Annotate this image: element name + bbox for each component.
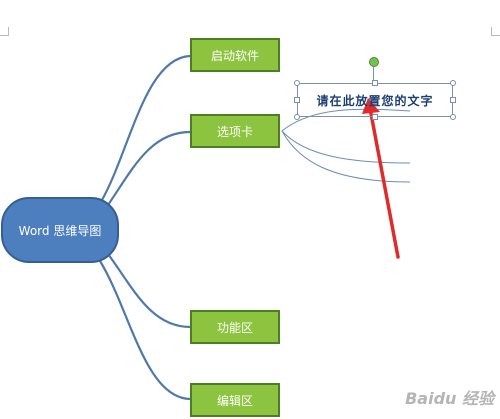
child-node-label: 编辑区 (216, 393, 253, 408)
resize-handle-bottom-left[interactable] (294, 114, 300, 120)
child-node-ribbon[interactable]: 功能区 (190, 310, 280, 344)
mindmap-canvas: Word 思维导图 启动软件 选项卡 功能区 编辑区 请在此放置您的文字 Bai… (0, 0, 500, 419)
resize-handle-middle-left[interactable] (294, 97, 300, 103)
resize-handle-bottom-right[interactable] (450, 114, 456, 120)
connector-root-to-ribbon (107, 253, 191, 329)
connector-root-to-startup (101, 54, 191, 201)
red-arrow (362, 98, 400, 259)
subtopic-line-lower (281, 130, 411, 183)
resize-handle-top-center[interactable] (372, 80, 378, 86)
subtopic-line-middle (281, 130, 411, 164)
resize-handle-top-right[interactable] (450, 80, 456, 86)
root-node-word-mindmap[interactable]: Word 思维导图 (1, 197, 119, 263)
selected-textbox[interactable]: 请在此放置您的文字 (297, 83, 453, 117)
child-node-label: 选项卡 (216, 124, 253, 139)
root-node-label: Word 思维导图 (18, 223, 102, 238)
resize-handle-middle-right[interactable] (450, 97, 456, 103)
child-node-startup[interactable]: 启动软件 (190, 38, 280, 72)
rotate-handle[interactable] (369, 57, 379, 67)
resize-handle-bottom-center[interactable] (372, 114, 378, 120)
child-node-tabs[interactable]: 选项卡 (190, 114, 280, 148)
child-node-label: 启动软件 (210, 48, 259, 63)
resize-handle-top-left[interactable] (294, 80, 300, 86)
textbox-text: 请在此放置您的文字 (316, 93, 434, 108)
watermark-text: Baidu 经验 (405, 389, 494, 408)
connector-root-to-tabs (107, 130, 191, 206)
child-node-label: 功能区 (216, 320, 253, 335)
connector-root-to-edit-area (99, 260, 191, 401)
child-node-edit-area[interactable]: 编辑区 (190, 383, 280, 417)
